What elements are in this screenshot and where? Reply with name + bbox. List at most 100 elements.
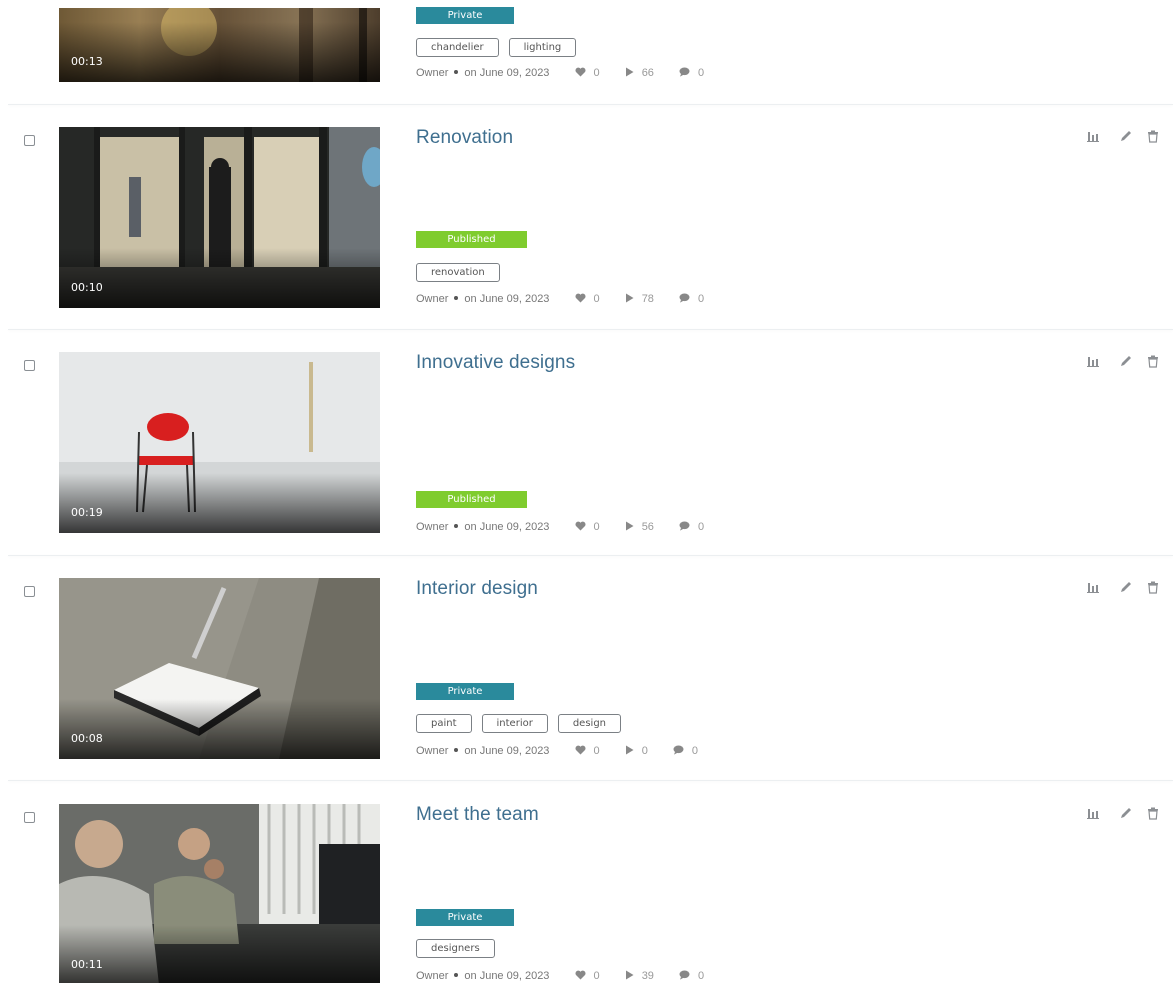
video-row-renovation: 00:10 Renovation Published renovation Ow… bbox=[0, 127, 1173, 343]
trash-icon[interactable] bbox=[1146, 580, 1160, 594]
tag-paint[interactable]: paint bbox=[416, 714, 472, 733]
video-duration: 00:19 bbox=[71, 506, 103, 519]
trash-icon[interactable] bbox=[1146, 129, 1160, 143]
tag-list: designers bbox=[416, 938, 505, 958]
play-icon bbox=[625, 293, 634, 303]
comments-stat: 0 bbox=[679, 293, 704, 305]
row-divider bbox=[8, 555, 1173, 556]
bar-chart-icon[interactable] bbox=[1086, 580, 1100, 594]
plays-stat: 66 bbox=[625, 67, 654, 79]
owner-label: Owner bbox=[416, 970, 449, 982]
comments-stat: 0 bbox=[679, 67, 704, 79]
video-meta: Owner on June 09, 2023 0 66 0 bbox=[416, 67, 704, 81]
video-duration: 00:13 bbox=[71, 55, 103, 68]
likes-stat: 0 bbox=[574, 745, 600, 757]
comments-stat: 0 bbox=[679, 521, 704, 533]
video-row-meet-the-team: 00:11 Meet the team Private designers Ow… bbox=[0, 804, 1173, 983]
date-label: on June 09, 2023 bbox=[464, 745, 550, 757]
status-badge: Published bbox=[416, 491, 527, 508]
owner-label: Owner bbox=[416, 745, 449, 757]
video-row-chandelier: 00:13 Private chandelier lighting Owner on… bbox=[0, 0, 1173, 117]
video-meta: Owner on June 09, 2023 0 78 0 bbox=[416, 293, 704, 307]
tag-list: paint interior design bbox=[416, 713, 631, 733]
row-divider bbox=[8, 780, 1173, 781]
video-row-innovative-designs: 00:19 Innovative designs Published Owner… bbox=[0, 352, 1173, 568]
video-title[interactable]: Meet the team bbox=[416, 804, 539, 826]
status-badge: Private bbox=[416, 909, 514, 926]
video-row-interior-design: 00:08 Interior design Private paint inter… bbox=[0, 578, 1173, 794]
tag-interior[interactable]: interior bbox=[481, 714, 548, 733]
video-duration: 00:11 bbox=[71, 958, 103, 971]
tag-designers[interactable]: designers bbox=[416, 939, 495, 958]
comment-icon bbox=[673, 745, 684, 755]
status-badge: Private bbox=[416, 7, 514, 24]
video-meta: Owner on June 09, 2023 0 0 0 bbox=[416, 745, 698, 759]
video-thumbnail[interactable]: 00:10 bbox=[59, 127, 380, 308]
tag-chandelier[interactable]: chandelier bbox=[416, 38, 499, 57]
bar-chart-icon[interactable] bbox=[1086, 129, 1100, 143]
row-actions bbox=[1086, 580, 1166, 594]
tag-design[interactable]: design bbox=[557, 714, 622, 733]
video-meta: Owner on June 09, 2023 0 56 0 bbox=[416, 521, 704, 535]
comments-stat: 0 bbox=[673, 745, 698, 757]
trash-icon[interactable] bbox=[1146, 354, 1160, 368]
owner-label: Owner bbox=[416, 521, 449, 533]
tag-list: chandelier lighting bbox=[416, 37, 586, 57]
plays-stat: 39 bbox=[625, 970, 654, 982]
video-title[interactable]: Innovative designs bbox=[416, 352, 575, 374]
owner-label: Owner bbox=[416, 67, 449, 79]
video-title[interactable]: Renovation bbox=[416, 127, 513, 149]
row-actions bbox=[1086, 129, 1166, 143]
pencil-icon[interactable] bbox=[1119, 354, 1133, 368]
likes-stat: 0 bbox=[574, 970, 600, 982]
heart-icon bbox=[574, 293, 586, 303]
comment-icon bbox=[679, 521, 690, 531]
row-divider bbox=[8, 329, 1173, 330]
video-title[interactable]: Interior design bbox=[416, 578, 538, 600]
pencil-icon[interactable] bbox=[1119, 129, 1133, 143]
bar-chart-icon[interactable] bbox=[1086, 806, 1100, 820]
video-list: 00:13 Private chandelier lighting Owner on… bbox=[0, 0, 1173, 983]
plays-stat: 56 bbox=[625, 521, 654, 533]
likes-stat: 0 bbox=[574, 67, 600, 79]
select-checkbox[interactable] bbox=[24, 812, 35, 823]
heart-icon bbox=[574, 521, 586, 531]
heart-icon bbox=[574, 970, 586, 980]
video-meta: Owner on June 09, 2023 0 39 0 bbox=[416, 970, 704, 983]
bar-chart-icon[interactable] bbox=[1086, 354, 1100, 368]
play-icon bbox=[625, 521, 634, 531]
date-label: on June 09, 2023 bbox=[464, 67, 550, 79]
status-badge: Private bbox=[416, 683, 514, 700]
select-checkbox[interactable] bbox=[24, 586, 35, 597]
select-checkbox[interactable] bbox=[24, 360, 35, 371]
play-icon bbox=[625, 745, 634, 755]
likes-stat: 0 bbox=[574, 521, 600, 533]
date-label: on June 09, 2023 bbox=[464, 293, 550, 305]
plays-stat: 0 bbox=[625, 745, 648, 757]
play-icon bbox=[625, 970, 634, 980]
video-duration: 00:08 bbox=[71, 732, 103, 745]
tag-lighting[interactable]: lighting bbox=[508, 38, 577, 57]
heart-icon bbox=[574, 67, 586, 77]
trash-icon[interactable] bbox=[1146, 806, 1160, 820]
row-divider bbox=[8, 104, 1173, 105]
heart-icon bbox=[574, 745, 586, 755]
tag-list: renovation bbox=[416, 262, 510, 282]
date-label: on June 09, 2023 bbox=[464, 521, 550, 533]
tag-renovation[interactable]: renovation bbox=[416, 263, 500, 282]
pencil-icon[interactable] bbox=[1119, 806, 1133, 820]
comment-icon bbox=[679, 67, 690, 77]
video-thumbnail[interactable]: 00:08 bbox=[59, 578, 380, 759]
date-label: on June 09, 2023 bbox=[464, 970, 550, 982]
video-thumbnail[interactable]: 00:19 bbox=[59, 352, 380, 533]
select-checkbox[interactable] bbox=[24, 135, 35, 146]
pencil-icon[interactable] bbox=[1119, 580, 1133, 594]
video-thumbnail[interactable]: 00:11 bbox=[59, 804, 380, 983]
comment-icon bbox=[679, 970, 690, 980]
row-actions bbox=[1086, 354, 1166, 368]
plays-stat: 78 bbox=[625, 293, 654, 305]
play-icon bbox=[625, 67, 634, 77]
video-duration: 00:10 bbox=[71, 281, 103, 294]
likes-stat: 0 bbox=[574, 293, 600, 305]
video-thumbnail[interactable]: 00:13 bbox=[59, 8, 380, 82]
